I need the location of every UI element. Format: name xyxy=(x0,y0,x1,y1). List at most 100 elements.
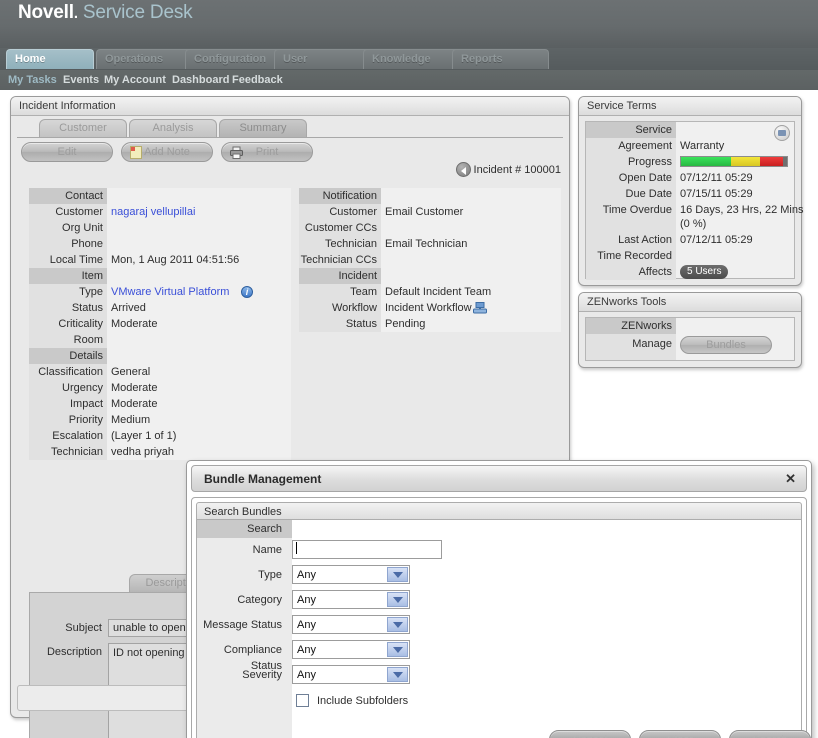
field-label-technician: Technician xyxy=(29,444,107,460)
note-icon xyxy=(130,146,142,166)
bundle-dialog-title: Bundle Management xyxy=(204,472,321,486)
field-label-classification: Classification xyxy=(29,364,107,380)
search-bundles-section-title: Search Bundles xyxy=(196,502,802,520)
field-label-incident: Incident xyxy=(299,268,381,284)
edit-button[interactable]: Edit xyxy=(21,142,113,162)
form-label-type: Type xyxy=(197,567,287,583)
field-value-type[interactable]: VMware Virtual Platform xyxy=(111,284,229,300)
field-value-customer[interactable]: nagaraj vellupillai xyxy=(111,204,195,220)
incident-tab-summary[interactable]: Summary xyxy=(219,119,307,137)
main-tab-strip: Home Operations Configuration User Knowl… xyxy=(0,48,818,70)
field-label-technician-ccs: Technician CCs xyxy=(299,252,381,268)
chevron-down-icon[interactable] xyxy=(387,567,408,582)
field-value-notify-customer: Email Customer xyxy=(385,204,463,220)
tab-configuration[interactable]: Configuration xyxy=(185,49,282,69)
include-subfolders-checkbox[interactable] xyxy=(296,694,309,707)
field-value-status: Arrived xyxy=(111,300,146,316)
workflow-icon[interactable] xyxy=(473,302,487,317)
bundles-button[interactable]: Bundles xyxy=(680,336,772,354)
info-icon[interactable]: i xyxy=(241,286,253,298)
subnav-item-my-tasks[interactable]: My Tasks xyxy=(8,73,57,87)
service-value-last-action: 07/12/11 05:29 xyxy=(680,232,753,248)
zenworks-tools-body: ZENworks Manage Bundles xyxy=(585,317,795,361)
field-value-impact: Moderate xyxy=(111,396,157,412)
clear-button[interactable]: Clear xyxy=(639,730,721,738)
application-window: Novell. Service Desk Home Operations Con… xyxy=(0,0,818,738)
field-label-type: Type xyxy=(29,284,107,300)
name-input[interactable] xyxy=(292,540,442,559)
form-label-category: Category xyxy=(197,592,287,608)
field-label-status: Status xyxy=(29,300,107,316)
incident-tab-customer[interactable]: Customer xyxy=(39,119,127,137)
severity-select-value: Any xyxy=(297,669,316,681)
chevron-down-icon[interactable] xyxy=(387,642,408,657)
edit-button-label: Edit xyxy=(58,146,77,158)
progress-segment-green xyxy=(681,157,731,166)
subnav-item-dashboard[interactable]: Dashboard xyxy=(172,73,229,87)
severity-select[interactable]: Any xyxy=(292,665,410,684)
close-icon[interactable]: ✕ xyxy=(785,466,796,493)
progress-bar xyxy=(680,156,788,167)
service-terms-body: Service AgreementWarranty Progress Open … xyxy=(585,121,795,279)
type-select-value: Any xyxy=(297,569,316,581)
tab-reports[interactable]: Reports xyxy=(452,49,549,69)
affects-badge: 5 Users xyxy=(680,265,728,279)
service-label-progress: Progress xyxy=(586,154,676,170)
cancel-button[interactable]: Cancel xyxy=(549,730,631,738)
field-label-notify-customer: Customer xyxy=(299,204,381,220)
field-value-classification: General xyxy=(111,364,150,380)
progress-segment-red xyxy=(760,157,783,166)
field-label-customer-ccs: Customer CCs xyxy=(299,220,381,236)
compliance-status-select[interactable]: Any xyxy=(292,640,410,659)
message-status-select[interactable]: Any xyxy=(292,615,410,634)
message-status-select-value: Any xyxy=(297,619,316,631)
brand-name: Novell xyxy=(18,2,74,23)
form-label-name: Name xyxy=(197,542,287,558)
field-label-contact: Contact xyxy=(29,188,107,204)
category-select[interactable]: Any xyxy=(292,590,410,609)
service-value-time-overdue-pct: (0 %) xyxy=(680,216,706,232)
tab-home[interactable]: Home xyxy=(6,49,94,69)
search-button[interactable]: Search xyxy=(729,730,811,738)
service-label-service: Service xyxy=(586,122,676,138)
incident-right-fields: Notification CustomerEmail Customer Cust… xyxy=(299,188,561,332)
subnav-item-events[interactable]: Events xyxy=(63,73,99,87)
form-label-search: Search xyxy=(197,521,287,537)
chevron-down-icon[interactable] xyxy=(387,667,408,682)
tab-user[interactable]: User xyxy=(274,49,371,69)
page-body: Incident Information Customer Analysis S… xyxy=(0,90,818,738)
tab-knowledge[interactable]: Knowledge xyxy=(363,49,460,69)
include-subfolders-label: Include Subfolders xyxy=(317,695,408,708)
type-select[interactable]: Any xyxy=(292,565,410,584)
subnav-item-my-account[interactable]: My Account xyxy=(104,73,166,87)
service-label-time-recorded: Time Recorded xyxy=(586,248,676,264)
field-label-item: Item xyxy=(29,268,107,284)
incident-panel-title: Incident Information xyxy=(11,97,569,116)
bundle-dialog-content: Search Bundles Search Name Type Any xyxy=(191,497,807,738)
compliance-status-select-value: Any xyxy=(297,644,316,656)
add-note-button[interactable]: Add Note xyxy=(121,142,213,162)
field-label-incident-status: Status xyxy=(299,316,381,332)
chevron-down-icon[interactable] xyxy=(387,592,408,607)
field-value-local-time: Mon, 1 Aug 2011 04:51:56 xyxy=(111,252,239,268)
field-label-phone: Phone xyxy=(29,236,107,252)
field-label-notify-technician: Technician xyxy=(299,236,381,252)
print-button[interactable]: Print xyxy=(221,142,313,162)
service-label-time-overdue: Time Overdue xyxy=(586,202,676,232)
incident-number: Incident # 100001 xyxy=(474,164,561,176)
service-label-last-action: Last Action xyxy=(586,232,676,248)
form-label-severity: Severity xyxy=(197,667,287,683)
field-value-incident-status: Pending xyxy=(385,316,425,332)
field-value-criticality: Moderate xyxy=(111,316,157,332)
incident-tab-analysis[interactable]: Analysis xyxy=(129,119,217,137)
field-label-criticality: Criticality xyxy=(29,316,107,332)
service-value-due-date: 07/15/11 05:29 xyxy=(680,186,753,202)
subject-label: Subject xyxy=(40,622,102,634)
print-button-label: Print xyxy=(256,146,279,158)
back-arrow-icon[interactable] xyxy=(456,162,471,177)
subnav-item-feedback[interactable]: Feedback xyxy=(232,73,283,87)
tab-operations[interactable]: Operations xyxy=(96,49,193,69)
field-value-urgency: Moderate xyxy=(111,380,157,396)
chevron-down-icon[interactable] xyxy=(387,617,408,632)
sub-navigation: My Tasks Events My Account Dashboard Fee… xyxy=(0,70,818,90)
